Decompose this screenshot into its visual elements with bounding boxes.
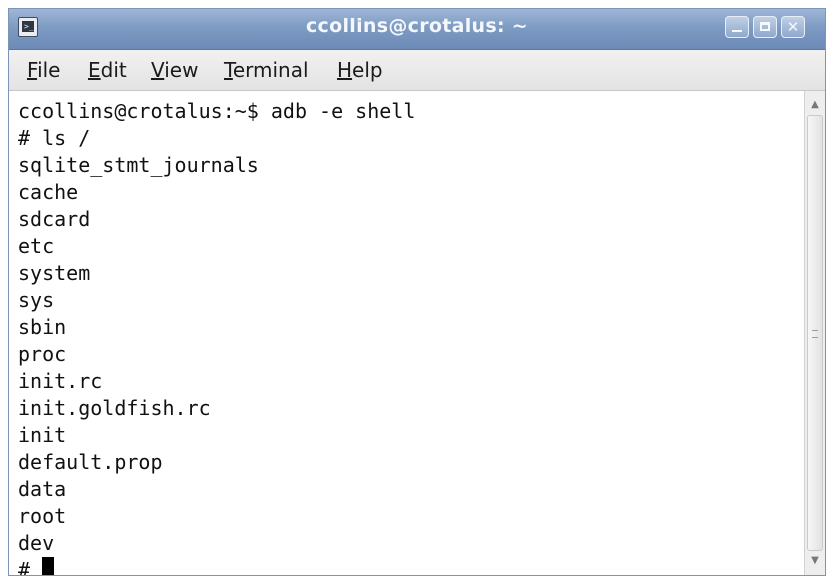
terminal-line: data: [18, 477, 67, 501]
menu-help[interactable]: Help: [333, 58, 387, 82]
terminal-line: cache: [18, 180, 79, 204]
menu-edit-label: dit: [100, 58, 127, 82]
terminal-line: root: [18, 504, 67, 528]
terminal-line: ccollins@crotalus:~$ adb -e shell: [18, 99, 416, 123]
close-button[interactable]: ✕: [781, 16, 805, 38]
scroll-down-arrow-icon[interactable]: ▼: [807, 553, 823, 569]
scroll-thumb[interactable]: [807, 115, 823, 551]
menu-edit[interactable]: Edit: [84, 58, 131, 82]
menu-file-mnemonic: F: [27, 58, 38, 82]
terminal-line: dev: [18, 531, 55, 555]
title-bar[interactable]: >_ ccollins@crotalus: ~ ✕: [9, 9, 825, 50]
terminal-line: init: [18, 423, 67, 447]
minimize-button[interactable]: [725, 16, 749, 38]
menu-terminal-label: erminal: [232, 58, 309, 82]
shell-prompt: #: [18, 558, 31, 575]
menu-view-label: iew: [164, 58, 199, 82]
terminal-line: proc: [18, 342, 67, 366]
menu-help-mnemonic: H: [337, 58, 353, 82]
terminal-line: sqlite_stmt_journals: [18, 153, 259, 177]
terminal-line: sdcard: [18, 207, 91, 231]
menu-bar: File Edit View Terminal Help: [9, 50, 825, 91]
terminal-prompt-line[interactable]: #: [18, 557, 55, 575]
scroll-grip-icon: [812, 330, 818, 338]
vertical-scrollbar[interactable]: ▲ ▼: [804, 91, 825, 575]
terminal-line: # ls /: [18, 126, 91, 150]
menu-edit-mnemonic: E: [88, 58, 101, 82]
terminal-line: init.rc: [18, 369, 103, 393]
window-title: ccollins@crotalus: ~: [305, 15, 529, 37]
menu-terminal-mnemonic: T: [224, 58, 233, 82]
terminal-line: init.goldfish.rc: [18, 396, 211, 420]
menu-file[interactable]: File: [23, 58, 64, 82]
terminal-line: sbin: [18, 315, 67, 339]
maximize-icon: [760, 22, 770, 31]
text-cursor: [42, 557, 55, 575]
menu-terminal[interactable]: Terminal: [220, 58, 313, 82]
terminal-window: >_ ccollins@crotalus: ~ ✕ File Edit View…: [8, 8, 826, 576]
minimize-icon: [732, 30, 742, 32]
maximize-button[interactable]: [753, 16, 777, 38]
terminal-line: default.prop: [18, 450, 163, 474]
terminal-line: system: [18, 261, 91, 285]
menu-view-mnemonic: V: [151, 58, 165, 82]
terminal-line: sys: [18, 288, 55, 312]
menu-file-label: ile: [37, 58, 61, 82]
menu-view[interactable]: View: [147, 58, 202, 82]
close-icon: ✕: [786, 18, 800, 36]
menu-help-label: elp: [352, 58, 383, 82]
scroll-up-arrow-icon[interactable]: ▲: [807, 97, 823, 113]
terminal-line: etc: [18, 234, 55, 258]
terminal-output[interactable]: ccollins@crotalus:~$ adb -e shell # ls /…: [9, 91, 805, 575]
